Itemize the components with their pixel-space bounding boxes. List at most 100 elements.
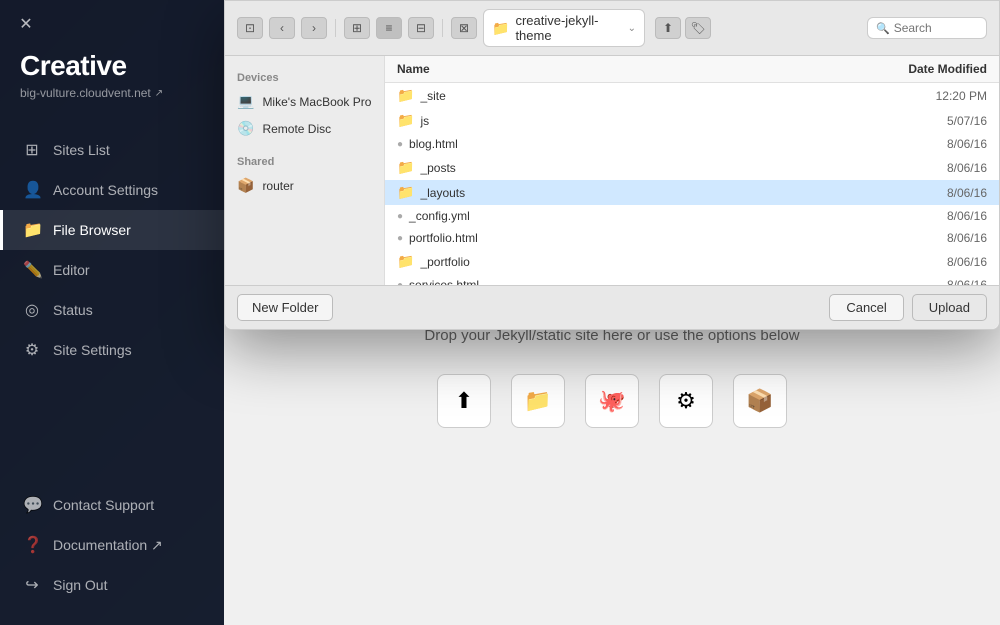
- back-button[interactable]: ‹: [269, 17, 295, 39]
- columns-view-button[interactable]: ⊟: [408, 17, 434, 39]
- sidebar-item-label: File Browser: [53, 222, 131, 238]
- file-name-cell: 📁 _site: [397, 87, 907, 104]
- sidebar-nav: ⊞ Sites List 👤 Account Settings 📁 File B…: [0, 120, 224, 475]
- folder-icon: 📁: [397, 184, 414, 201]
- file-name-text: blog.html: [409, 137, 458, 151]
- folder-icon-button[interactable]: 📁: [511, 374, 565, 428]
- tag-button[interactable]: 🏷: [685, 17, 711, 39]
- search-icon: 🔍: [876, 22, 890, 35]
- file-name-cell: ●_config.yml: [397, 209, 907, 223]
- modal-footer: New Folder Cancel Upload: [225, 285, 999, 329]
- file-row[interactable]: 📁 _site 12:20 PM: [385, 83, 999, 108]
- file-rows-container: 📁_site12:20 PM📁js5/07/16●blog.html8/06/1…: [385, 83, 999, 285]
- close-button[interactable]: ✕: [16, 14, 36, 34]
- forward-button[interactable]: ›: [301, 17, 327, 39]
- file-icon: ●: [397, 139, 403, 150]
- sidebar-item-editor[interactable]: ✏️ Editor: [0, 250, 224, 290]
- disc-icon: 💿: [237, 120, 254, 137]
- file-name-text: _portfolio: [420, 255, 469, 269]
- sidebar-item-label: Status: [53, 302, 93, 318]
- sidebar-item-sites-list[interactable]: ⊞ Sites List: [0, 130, 224, 170]
- router-icon: 📦: [237, 177, 254, 194]
- sidebar-item-documentation[interactable]: ❓ Documentation ↗: [0, 525, 224, 565]
- devices-label: Devices: [225, 68, 384, 88]
- share-button[interactable]: ⬆: [655, 17, 681, 39]
- file-row[interactable]: ●_config.yml8/06/16: [385, 205, 999, 227]
- shared-name: router: [262, 179, 293, 193]
- sidebar-item-account-settings[interactable]: 👤 Account Settings: [0, 170, 224, 210]
- file-date: 12:20 PM: [907, 89, 987, 103]
- sidebar-item-label: Contact Support: [53, 497, 154, 513]
- file-name-text: _posts: [420, 161, 455, 175]
- list-view-button[interactable]: ≡: [376, 17, 402, 39]
- name-column-header: Name: [397, 62, 430, 76]
- file-name-cell: 📁_layouts: [397, 184, 907, 201]
- modal-body: Devices 💻 Mike's MacBook Pro 💿 Remote Di…: [225, 56, 999, 285]
- new-folder-button[interactable]: New Folder: [237, 294, 333, 321]
- path-breadcrumb[interactable]: 📁 creative-jekyll-theme ⌄: [483, 9, 645, 47]
- file-date: 8/06/16: [907, 231, 987, 245]
- file-date: 8/06/16: [907, 186, 987, 200]
- file-name-cell: ● blog.html: [397, 137, 907, 151]
- separator2: [442, 19, 443, 37]
- group-view-button[interactable]: ⊠: [451, 17, 477, 39]
- file-date: 8/06/16: [907, 161, 987, 175]
- cloudcannon-icon-button[interactable]: ⚙: [659, 374, 713, 428]
- search-input[interactable]: [894, 21, 974, 35]
- sidebar-item-file-browser[interactable]: 📁 File Browser: [0, 210, 224, 250]
- subdomain-text: big-vulture.cloudvent.net: [20, 86, 151, 100]
- file-row[interactable]: 📁_posts8/06/16: [385, 155, 999, 180]
- brand-title: Creative: [20, 50, 204, 82]
- file-name-text: _site: [420, 89, 445, 103]
- folder-icon: 📁: [23, 220, 41, 240]
- folder-icon: 📁: [397, 87, 414, 104]
- upload-icon-button[interactable]: ⬆: [437, 374, 491, 428]
- file-date: 5/07/16: [907, 114, 987, 128]
- search-box[interactable]: 🔍: [867, 17, 987, 39]
- brand-subdomain: big-vulture.cloudvent.net ↗: [20, 86, 204, 100]
- file-icon: ●: [397, 211, 403, 222]
- file-name-cell: 📁js: [397, 112, 907, 129]
- action-icons: ⬆ 📁 🐙 ⚙ 📦: [437, 374, 787, 428]
- file-browser-modal: ⊡ ‹ › ⊞ ≡ ⊟ ⊠ 📁 creative-jekyll-theme ⌄ …: [224, 0, 1000, 330]
- chat-icon: 💬: [23, 495, 41, 515]
- file-row[interactable]: ●services.html8/06/16: [385, 274, 999, 285]
- file-name-text: portfolio.html: [409, 231, 478, 245]
- upload-button[interactable]: Upload: [912, 294, 987, 321]
- file-icon: ●: [397, 233, 403, 244]
- sidebar-item-contact-support[interactable]: 💬 Contact Support: [0, 485, 224, 525]
- device-remote-disc[interactable]: 💿 Remote Disc: [225, 115, 384, 142]
- sidebar-item-label: Account Settings: [53, 182, 158, 198]
- sidebar-bottom: 💬 Contact Support ❓ Documentation ↗ ↪ Si…: [0, 475, 224, 625]
- shared-router[interactable]: 📦 router: [225, 172, 384, 199]
- sidebar-item-status[interactable]: ◎ Status: [0, 290, 224, 330]
- circle-icon: ◎: [23, 300, 41, 320]
- separator: [335, 19, 336, 37]
- github-icon-button[interactable]: 🐙: [585, 374, 639, 428]
- sidebar-item-label: Editor: [53, 262, 90, 278]
- sidebar-item-site-settings[interactable]: ⚙ Site Settings: [0, 330, 224, 370]
- dropbox-icon-button[interactable]: 📦: [733, 374, 787, 428]
- file-row[interactable]: 📁_layouts8/06/16: [385, 180, 999, 205]
- file-list-panel[interactable]: Name Date Modified 📁_site12:20 PM📁js5/07…: [385, 56, 999, 285]
- shared-label: Shared: [225, 152, 384, 172]
- file-name-cell: ● portfolio.html: [397, 231, 907, 245]
- grid-view-button[interactable]: ⊞: [344, 17, 370, 39]
- chevron-down-icon: ⌄: [628, 23, 636, 34]
- sidebar-item-label: Documentation ↗: [53, 537, 163, 554]
- date-column-header: Date Modified: [908, 62, 987, 76]
- folder-icon: 📁: [492, 20, 509, 37]
- file-date: 8/06/16: [907, 209, 987, 223]
- grid-icon: ⊞: [23, 140, 41, 160]
- view-icon-button[interactable]: ⊡: [237, 17, 263, 39]
- file-name-text: services.html: [409, 278, 479, 285]
- file-row[interactable]: 📁_portfolio8/06/16: [385, 249, 999, 274]
- file-name-cell: 📁_portfolio: [397, 253, 907, 270]
- cancel-button[interactable]: Cancel: [829, 294, 903, 321]
- sidebar-item-sign-out[interactable]: ↪ Sign Out: [0, 565, 224, 605]
- device-macbook[interactable]: 💻 Mike's MacBook Pro: [225, 88, 384, 115]
- file-row[interactable]: 📁js5/07/16: [385, 108, 999, 133]
- file-date: 8/06/16: [907, 278, 987, 285]
- file-row[interactable]: ●blog.html8/06/16: [385, 133, 999, 155]
- file-row[interactable]: ● portfolio.html 8/06/16: [385, 227, 999, 249]
